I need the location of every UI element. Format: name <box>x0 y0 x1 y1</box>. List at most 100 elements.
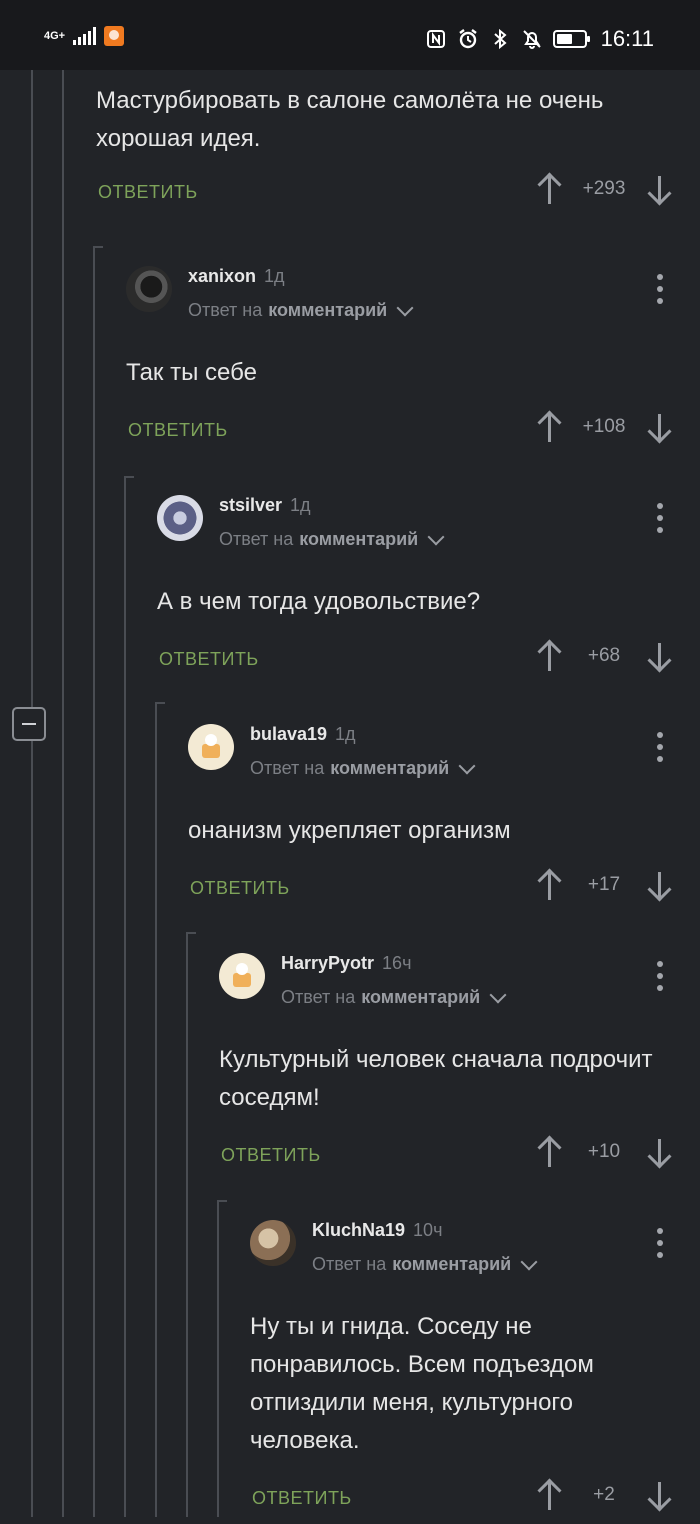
vote-controls: +10 <box>536 1135 672 1169</box>
author-name[interactable]: KluchNa19 10ч <box>312 1220 442 1241</box>
vote-controls: +68 <box>536 639 672 673</box>
collapse-thread-button[interactable] <box>12 707 46 741</box>
comment: HarryPyotr 16ч Ответ на комментарий Культу… <box>219 953 700 1181</box>
more-options-icon[interactable] <box>656 503 664 533</box>
network-type: 4G+ <box>44 30 66 42</box>
downvote-icon[interactable] <box>646 410 672 444</box>
downvote-icon[interactable] <box>646 639 672 673</box>
vote-controls: +17 <box>536 868 672 902</box>
nfc-icon <box>425 28 447 50</box>
downvote-icon[interactable] <box>646 1478 672 1512</box>
avatar[interactable] <box>250 1220 296 1266</box>
comment-actions: ОТВЕТИТЬ +10 <box>219 1135 700 1181</box>
reply-button[interactable]: ОТВЕТИТЬ <box>221 1145 321 1166</box>
comment-text: онанизм укрепляет организм <box>188 817 511 844</box>
author-name[interactable]: bulava19 1д <box>250 724 356 745</box>
mute-icon <box>521 28 543 50</box>
reply-button[interactable]: ОТВЕТИТЬ <box>252 1488 352 1509</box>
upvote-icon[interactable] <box>536 172 562 206</box>
battery-icon <box>552 30 590 48</box>
comment-score: +10 <box>587 1141 621 1162</box>
alarm-icon <box>457 28 479 50</box>
avatar[interactable] <box>157 495 203 541</box>
more-options-icon[interactable] <box>656 732 664 762</box>
avatar[interactable] <box>188 724 234 770</box>
clock: 16:11 <box>600 26 654 51</box>
reply-to[interactable]: Ответ на комментарий <box>219 528 445 550</box>
reply-to[interactable]: Ответ на комментарий <box>188 299 414 321</box>
comment-text: Мастурбировать в салоне самолёта не очен… <box>96 87 604 152</box>
author-name[interactable]: HarryPyotr 16ч <box>281 953 411 974</box>
reply-button[interactable]: ОТВЕТИТЬ <box>159 649 259 670</box>
comment-header: HarryPyotr 16ч Ответ на комментарий <box>219 953 700 1033</box>
bluetooth-icon <box>489 28 511 50</box>
downvote-icon[interactable] <box>646 1135 672 1169</box>
signal-icon <box>73 27 97 45</box>
reply-to[interactable]: Ответ на комментарий <box>250 757 476 779</box>
upvote-icon[interactable] <box>536 639 562 673</box>
comment-header: KluchNa19 10ч Ответ на комментарий <box>250 1220 700 1300</box>
comment-score: +17 <box>587 874 621 895</box>
comment-header: stsilver 1д Ответ на комментарий <box>157 495 700 575</box>
reply-to[interactable]: Ответ на комментарий <box>281 986 507 1008</box>
more-options-icon[interactable] <box>656 961 664 991</box>
thread-line[interactable] <box>93 246 103 1517</box>
thread-line[interactable] <box>31 70 33 1517</box>
chevron-down-icon <box>427 528 445 545</box>
chevron-down-icon <box>489 986 507 1003</box>
comment-score: +2 <box>593 1484 615 1505</box>
comment-time: 16ч <box>382 953 412 973</box>
thread-line[interactable] <box>186 932 196 1517</box>
comment-header: bulava19 1д Ответ на комментарий <box>188 724 700 804</box>
upvote-icon[interactable] <box>536 1135 562 1169</box>
comment-text: Ну ты и гнида. Соседу не понравилось. Вс… <box>250 1313 594 1454</box>
comment-score: +108 <box>582 416 626 437</box>
more-options-icon[interactable] <box>656 274 664 304</box>
comment-time: 1д <box>264 266 285 286</box>
vote-controls: +293 <box>536 172 672 206</box>
chevron-down-icon <box>396 299 414 316</box>
comment-text: Культурный человек сначала подрочит сосе… <box>219 1046 653 1111</box>
upvote-icon[interactable] <box>536 868 562 902</box>
comment-time: 1д <box>290 495 311 515</box>
comment: Мастурбировать в салоне самолёта не очен… <box>96 82 700 218</box>
comment-text: Так ты себе <box>126 359 257 386</box>
comment-score: +68 <box>587 645 621 666</box>
upvote-icon[interactable] <box>536 1478 562 1512</box>
vote-controls: +2 <box>536 1478 672 1512</box>
author-name[interactable]: xanixon 1д <box>188 266 285 287</box>
comment-actions: ОТВЕТИТЬ +108 <box>126 410 700 456</box>
downvote-icon[interactable] <box>646 868 672 902</box>
thread-line[interactable] <box>155 702 165 1517</box>
comment-time: 10ч <box>413 1220 443 1240</box>
app-notification-icon <box>104 26 125 46</box>
author-name[interactable]: stsilver 1д <box>219 495 311 516</box>
comment: KluchNa19 10ч Ответ на комментарий Ну ты и… <box>250 1220 700 1524</box>
comment-actions: ОТВЕТИТЬ +2 <box>250 1478 700 1524</box>
comment: stsilver 1д Ответ на комментарий А в чем т… <box>157 495 700 685</box>
comment: bulava19 1д Ответ на комментарий онанизм у… <box>188 724 700 914</box>
comment-score: +293 <box>582 178 626 199</box>
status-left: 4G+ <box>44 26 125 46</box>
thread-line[interactable] <box>217 1200 227 1517</box>
upvote-icon[interactable] <box>536 410 562 444</box>
reply-button[interactable]: ОТВЕТИТЬ <box>190 878 290 899</box>
reply-button[interactable]: ОТВЕТИТЬ <box>98 182 198 203</box>
chevron-down-icon <box>520 1253 538 1270</box>
comment-time: 1д <box>335 724 356 744</box>
comment-actions: ОТВЕТИТЬ +17 <box>188 868 700 914</box>
comment-text: А в чем тогда удовольствие? <box>157 588 481 615</box>
status-bar: 4G+ 16:11 <box>0 0 700 70</box>
thread-line[interactable] <box>62 70 64 1517</box>
comment: xanixon 1д Ответ на комментарий Так ты себ… <box>126 266 700 456</box>
avatar[interactable] <box>126 266 172 312</box>
comment-actions: ОТВЕТИТЬ +293 <box>96 172 700 218</box>
avatar[interactable] <box>219 953 265 999</box>
status-right: 16:11 <box>425 26 654 52</box>
chevron-down-icon <box>458 757 476 774</box>
more-options-icon[interactable] <box>656 1228 664 1258</box>
downvote-icon[interactable] <box>646 172 672 206</box>
thread-line[interactable] <box>124 476 134 1517</box>
reply-to[interactable]: Ответ на комментарий <box>312 1253 538 1275</box>
reply-button[interactable]: ОТВЕТИТЬ <box>128 420 228 441</box>
